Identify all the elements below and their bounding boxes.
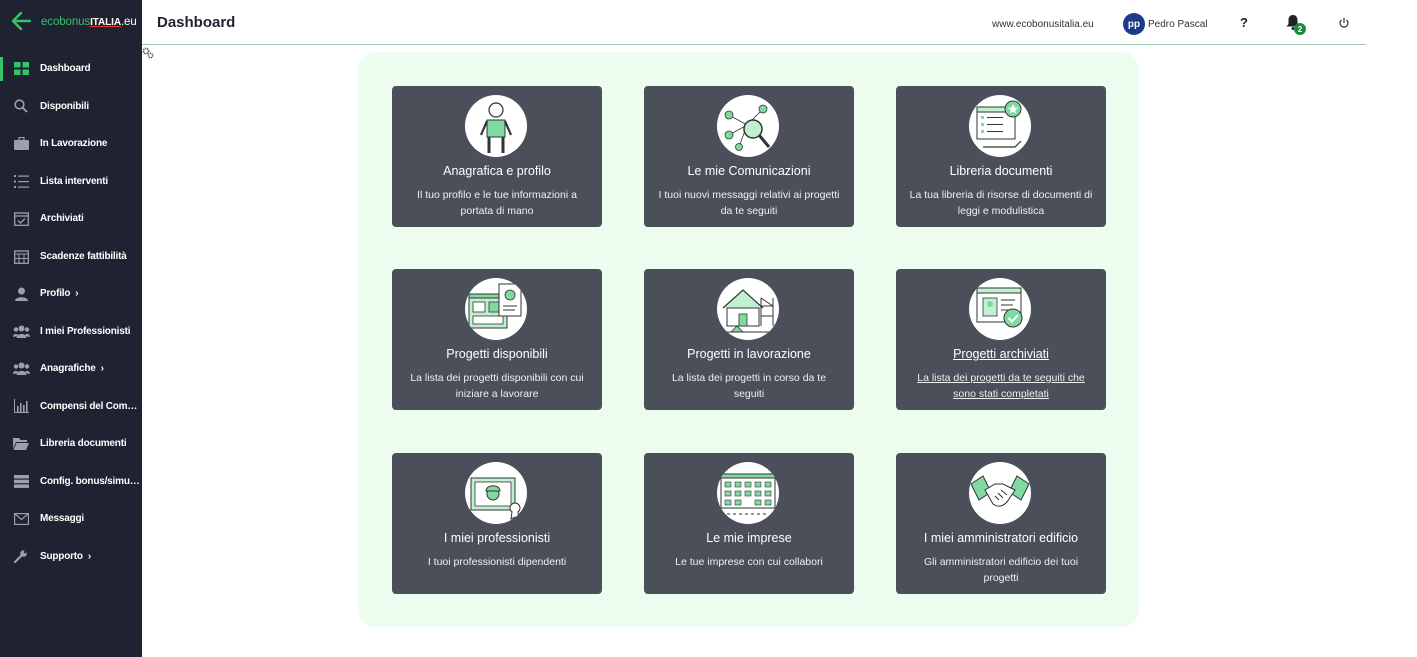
power-icon[interactable] — [1338, 17, 1350, 29]
sidebar-item-label: I miei Professionisti — [40, 325, 131, 337]
card-description: Le tue imprese con cui collabori — [675, 556, 823, 568]
envelope-icon — [12, 510, 30, 528]
card-anagrafica-profilo[interactable]: Anagrafica e profilo Il tuo profilo e le… — [392, 86, 602, 227]
card-description: La tua libreria di risorse di documenti … — [909, 189, 1093, 217]
sidebar-item-label: In Lavorazione — [40, 138, 108, 150]
chevron-right-icon: › — [100, 363, 104, 375]
card-description: Il tuo profilo e le tue informazioni a p… — [417, 189, 577, 217]
card-title: Progetti archiviati — [953, 347, 1049, 361]
sidebar-item-anagrafiche[interactable]: Anagrafiche › — [0, 350, 142, 388]
card-progetti-disponibili[interactable]: Progetti disponibili La lista dei proget… — [392, 269, 602, 410]
card-le-mie-comunicazioni[interactable]: Le mie Comunicazioni I tuoi nuovi messag… — [644, 86, 854, 227]
card-description: La lista dei progetti in corso da te seg… — [671, 372, 827, 400]
sidebar-item-profilo[interactable]: Profilo › — [0, 275, 142, 313]
sidebar-item-archiviati[interactable]: Archiviati — [0, 200, 142, 238]
archived-check-illustration-icon — [969, 278, 1031, 340]
building-illustration-icon — [717, 462, 779, 524]
sidebar-item-dashboard[interactable]: Dashboard — [0, 50, 142, 88]
card-description: I tuoi professionisti dipendenti — [427, 556, 567, 568]
help-button[interactable]: ? — [1240, 15, 1248, 30]
briefcase-icon — [12, 135, 30, 153]
card-title: Le mie imprese — [706, 531, 792, 545]
card-i-miei-amministratori-edificio[interactable]: I miei amministratori edificio Gli ammin… — [896, 453, 1106, 594]
folder-open-icon — [12, 435, 30, 453]
chevron-right-icon: › — [87, 550, 92, 562]
dashboard-grid-icon — [12, 60, 30, 78]
logo[interactable]: ecobonusITALIA.eu — [41, 16, 137, 28]
person-illustration-icon — [465, 95, 527, 157]
sidebar-nav: Dashboard Disponibili In Lavorazione Lis… — [0, 50, 142, 575]
site-link[interactable]: www.ecobonusitalia.eu — [992, 19, 1094, 30]
avatar[interactable]: pp — [1123, 13, 1145, 35]
sidebar: ecobonusITALIA.eu Dashboard Disponibili … — [0, 0, 142, 657]
user-icon — [12, 285, 30, 303]
logo-text-eco: ecobonus — [41, 16, 91, 28]
card-title: Anagrafica e profilo — [443, 164, 551, 178]
users-icon — [12, 360, 30, 378]
brand-bar: ecobonusITALIA.eu — [0, 0, 142, 44]
search-icon — [12, 97, 30, 115]
sidebar-item-libreria-documenti[interactable]: Libreria documenti — [0, 425, 142, 463]
card-description: I tuoi nuovi messaggi relativi ai proget… — [658, 189, 840, 217]
sidebar-item-label: Profilo — [40, 288, 71, 300]
logo-text-eu: .eu — [120, 16, 137, 28]
sidebar-item-supporto[interactable]: Supporto › — [0, 538, 142, 576]
sidebar-item-label: Libreria documenti — [40, 438, 127, 450]
worker-certificate-illustration-icon — [465, 462, 527, 524]
sidebar-item-config-bonus[interactable]: Config. bonus/simula... — [0, 463, 142, 501]
sidebar-item-messaggi[interactable]: Messaggi — [0, 500, 142, 538]
sidebar-item-i-miei-professionisti[interactable]: I miei Professionisti — [0, 313, 142, 351]
top-header: Dashboard www.ecobonusitalia.eu pp Pedro… — [142, 0, 1366, 45]
card-title: Progetti disponibili — [446, 347, 548, 361]
sidebar-item-scadenze-fattibilita[interactable]: Scadenze fattibilità — [0, 238, 142, 276]
users-icon — [12, 322, 30, 340]
card-progetti-archiviati[interactable]: Progetti archiviati La lista dei progett… — [896, 269, 1106, 410]
card-progetti-in-lavorazione[interactable]: Progetti in lavorazione La lista dei pro… — [644, 269, 854, 410]
card-title: Le mie Comunicazioni — [687, 164, 811, 178]
sidebar-item-label: Anagrafiche — [40, 363, 96, 375]
card-title: I miei professionisti — [443, 531, 551, 545]
page-title: Dashboard — [157, 14, 236, 31]
card-title: Progetti in lavorazione — [687, 347, 811, 361]
house-construction-illustration-icon — [717, 278, 779, 340]
card-le-mie-imprese[interactable]: Le mie imprese Le tue imprese con cui co… — [644, 453, 854, 594]
card-title: I miei amministratori edificio — [923, 531, 1079, 545]
calendar-icon — [12, 247, 30, 265]
card-title: Libreria documenti — [949, 164, 1053, 178]
sidebar-item-lista-interventi[interactable]: Lista interventi — [0, 163, 142, 201]
sidebar-item-label: Scadenze fattibilità — [40, 250, 127, 262]
card-i-miei-professionisti[interactable]: I miei professionisti I tuoi professioni… — [392, 453, 602, 594]
card-description: La lista dei progetti da te seguiti che … — [917, 372, 1085, 400]
server-icon — [12, 472, 30, 490]
sidebar-item-compensi[interactable]: Compensi del Comm... — [0, 388, 142, 426]
network-search-illustration-icon — [717, 95, 779, 157]
sidebar-item-label: Messaggi — [40, 513, 84, 525]
handshake-illustration-icon — [969, 462, 1031, 524]
bar-chart-icon — [12, 397, 30, 415]
sidebar-item-label: Disponibili — [40, 100, 89, 112]
card-description: La lista dei progetti disponibili con cu… — [410, 372, 584, 400]
logo-text-italia: ITALIA — [90, 17, 121, 28]
sidebar-item-label: Compensi del Comm... — [40, 400, 140, 412]
chevron-right-icon: › — [75, 288, 79, 300]
gears-icon[interactable] — [142, 47, 154, 59]
sidebar-item-label: Archiviati — [40, 213, 84, 225]
sidebar-item-label: Config. bonus/simula... — [40, 475, 140, 487]
back-arrow-icon[interactable] — [10, 10, 32, 32]
user-name[interactable]: Pedro Pascal — [1148, 19, 1207, 30]
list-icon — [12, 172, 30, 190]
wrench-icon — [12, 547, 30, 565]
sidebar-item-label: Dashboard — [40, 63, 91, 75]
sidebar-item-in-lavorazione[interactable]: In Lavorazione — [0, 125, 142, 163]
dashboard-panel: Anagrafica e profilo Il tuo profilo e le… — [358, 52, 1139, 627]
notification-badge: 2 — [1294, 23, 1306, 35]
calendar-check-icon — [12, 210, 30, 228]
document-library-illustration-icon — [969, 95, 1031, 157]
dashboard-windows-illustration-icon — [465, 278, 527, 340]
sidebar-item-label: Lista interventi — [40, 175, 108, 187]
card-description: Gli amministratori edificio dei tuoi pro… — [923, 556, 1079, 584]
sidebar-item-disponibili[interactable]: Disponibili — [0, 88, 142, 126]
sidebar-item-label: Supporto — [40, 550, 83, 562]
card-libreria-documenti[interactable]: Libreria documenti La tua libreria di ri… — [896, 86, 1106, 227]
